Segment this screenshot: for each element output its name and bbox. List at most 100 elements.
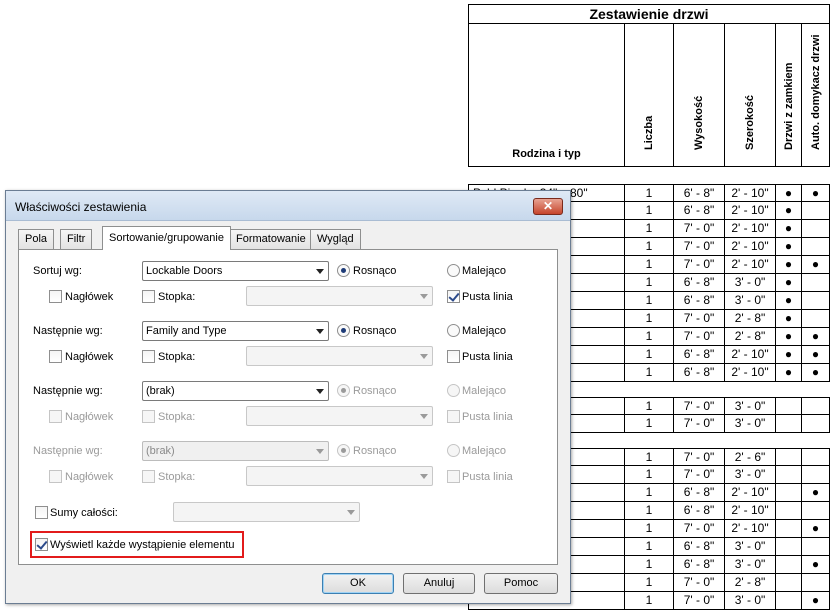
cell-height: 7' - 0": [673, 328, 725, 346]
descending-radio-2[interactable]: [447, 324, 460, 337]
tab-sortowanie[interactable]: Sortowanie/grupowanie: [102, 226, 231, 250]
ok-button[interactable]: OK: [322, 573, 394, 594]
dialog-titlebar[interactable]: Właściwości zestawienia ✕: [6, 191, 570, 221]
cell-lock: ●: [775, 274, 802, 292]
sort-by-select[interactable]: Lockable Doors: [142, 261, 329, 281]
column-header-closer: Auto. domykacz drzwi: [801, 23, 830, 167]
cell-height: 7' - 0": [673, 238, 725, 256]
cell-lock: [775, 520, 802, 538]
header-checkbox-2[interactable]: [49, 350, 62, 363]
descending-radio-4: [447, 444, 460, 457]
cell-count: 1: [624, 256, 674, 274]
tab-wyglad[interactable]: Wygląd: [310, 229, 361, 249]
cell-height: 7' - 0": [673, 310, 725, 328]
footer-checkbox-1[interactable]: [142, 290, 155, 303]
blank-line-checkbox-2[interactable]: [447, 350, 460, 363]
footer-checkbox-4: [142, 470, 155, 483]
help-button[interactable]: Pomoc: [484, 573, 558, 594]
cell-width: 2' - 10": [724, 238, 776, 256]
cell-closer: ●: [801, 328, 830, 346]
cell-count: 1: [624, 364, 674, 382]
cell-height: 6' - 8": [673, 364, 725, 382]
cell-closer: ●: [801, 256, 830, 274]
cell-closer: [801, 238, 830, 256]
cell-closer: [801, 538, 830, 556]
cell-lock: [775, 448, 802, 466]
footer-select-2[interactable]: [246, 346, 433, 366]
cell-lock: [775, 502, 802, 520]
chevron-down-icon: [420, 354, 428, 359]
ascending-radio-2[interactable]: [337, 324, 350, 337]
then-by-select-1[interactable]: Family and Type: [142, 321, 329, 341]
then-by-label-1: Następnie wg:: [33, 325, 103, 337]
cell-width: 2' - 10": [724, 484, 776, 502]
column-header-height: Wysokość: [673, 23, 725, 167]
column-header-width-label: Szerokość: [744, 94, 756, 150]
cell-count: 1: [624, 220, 674, 238]
header-checkbox-1[interactable]: [49, 290, 62, 303]
descending-label-3: Malejąco: [462, 385, 507, 397]
cell-closer: ●: [801, 592, 830, 610]
cell-width: 2' - 10": [724, 364, 776, 382]
cell-count: 1: [624, 292, 674, 310]
cell-count: 1: [624, 448, 674, 466]
cell-width: 2' - 10": [724, 202, 776, 220]
cell-count: 1: [624, 520, 674, 538]
close-icon[interactable]: ✕: [533, 198, 563, 215]
cell-count: 1: [624, 415, 674, 433]
footer-select-1[interactable]: [246, 286, 433, 306]
header-label-4: Nagłówek: [65, 471, 114, 483]
cell-width: 2' - 8": [724, 310, 776, 328]
grand-totals-select: [173, 502, 360, 522]
cell-width: 3' - 0": [724, 592, 776, 610]
header-checkbox-3: [49, 410, 62, 423]
ascending-radio-1[interactable]: [337, 264, 350, 277]
cell-closer: [801, 415, 830, 433]
header-label-2: Nagłówek: [65, 351, 114, 363]
tab-pola[interactable]: Pola: [18, 229, 55, 249]
chevron-down-icon: [347, 510, 355, 515]
ascending-label-1: Rosnąco: [353, 265, 397, 277]
column-header-count-label: Liczba: [643, 115, 655, 150]
cell-lock: [775, 556, 802, 574]
then-by-select-3: (brak): [142, 441, 329, 461]
cell-count: 1: [624, 202, 674, 220]
footer-label-2: Stopka:: [158, 351, 196, 363]
cell-closer: [801, 310, 830, 328]
cell-count: 1: [624, 574, 674, 592]
cell-width: 2' - 8": [724, 574, 776, 592]
then-by-value-2: (brak): [146, 385, 175, 397]
header-label-3: Nagłówek: [65, 411, 114, 423]
chevron-down-icon: [420, 294, 428, 299]
dialog-title: Właściwości zestawienia: [15, 200, 147, 214]
cell-height: 6' - 8": [673, 538, 725, 556]
descending-radio-1[interactable]: [447, 264, 460, 277]
then-by-value-3: (brak): [146, 445, 175, 457]
tab-formatowanie[interactable]: Formatowanie: [229, 229, 313, 249]
blank-line-checkbox-1[interactable]: [447, 290, 460, 303]
cell-width: 3' - 0": [724, 556, 776, 574]
then-by-select-2[interactable]: (brak): [142, 381, 329, 401]
footer-select-4: [246, 466, 433, 486]
cell-width: 2' - 10": [724, 220, 776, 238]
footer-checkbox-2[interactable]: [142, 350, 155, 363]
cell-lock: ●: [775, 256, 802, 274]
descending-label-2: Malejąco: [462, 325, 507, 337]
column-header-closer-label: Auto. domykacz drzwi: [809, 34, 822, 150]
cell-count: 1: [624, 274, 674, 292]
ascending-label-2: Rosnąco: [353, 325, 397, 337]
cell-lock: ●: [775, 292, 802, 310]
tab-filtr[interactable]: Filtr: [60, 229, 93, 249]
grand-totals-checkbox[interactable]: [35, 506, 48, 519]
cell-closer: [801, 574, 830, 592]
then-by-label-3: Następnie wg:: [33, 445, 103, 457]
cell-count: 1: [624, 184, 674, 202]
column-header-width: Szerokość: [724, 23, 776, 167]
stage: { "schedule": { "title": "Zestawienie dr…: [0, 0, 832, 615]
cell-height: 7' - 0": [673, 520, 725, 538]
cell-width: 2' - 6": [724, 448, 776, 466]
cell-width: 2' - 10": [724, 520, 776, 538]
cell-closer: [801, 292, 830, 310]
then-by-value-1: Family and Type: [146, 325, 227, 337]
cancel-button[interactable]: Anuluj: [403, 573, 475, 594]
